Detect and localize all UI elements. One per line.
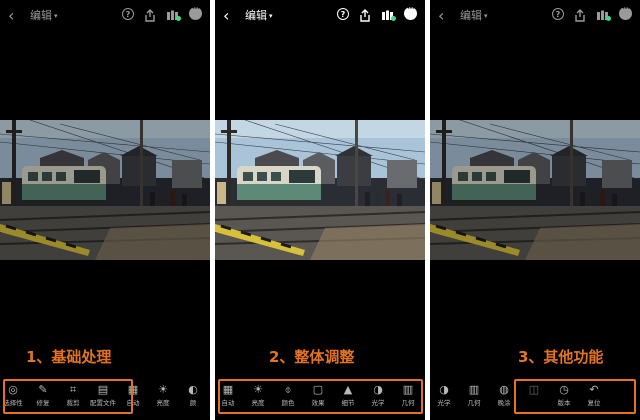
tool-label: 颜	[189, 399, 197, 407]
chevron-left-icon[interactable]: ‹	[438, 6, 444, 26]
step-caption: 1、基础处理	[26, 348, 112, 366]
tool-label: 几何	[467, 399, 481, 407]
share-icon[interactable]	[144, 7, 156, 22]
lens-icon: ◑	[439, 383, 449, 396]
tool-lens[interactable]: ◑ 光学	[430, 378, 460, 408]
page-title: 编辑	[460, 9, 482, 22]
more-icon[interactable]	[619, 4, 632, 20]
sync-status-dot	[606, 16, 611, 21]
page-title: 编辑	[30, 9, 52, 22]
chevron-down-icon: ▾	[54, 12, 58, 20]
highlight-box	[218, 379, 423, 414]
page-title: 编辑	[245, 9, 267, 22]
tool-sun[interactable]: ☀ 亮度	[147, 378, 179, 408]
share-icon[interactable]	[359, 7, 371, 22]
edit-mode-dropdown[interactable]: 编辑 ▾	[30, 8, 58, 24]
sync-status-dot	[176, 16, 181, 21]
help-icon[interactable]: ?	[552, 7, 564, 20]
sync-status-dot	[391, 16, 396, 21]
tool-geometry[interactable]: ▥ 几何	[458, 378, 490, 408]
cloud-sync-icon[interactable]	[596, 7, 611, 21]
share-icon[interactable]	[574, 7, 586, 22]
photo-preview	[215, 120, 425, 260]
more-icon[interactable]	[404, 4, 417, 20]
phone-screen-2: ‹ 编辑 ▾ ? ··· 2、整体调整 ▦ 自动 ☀ 亮度 ⌽ 颜色 ▢ 效果 …	[215, 0, 425, 420]
tool-label: 亮度	[156, 399, 170, 407]
color-icon: ◐	[188, 383, 198, 396]
photo-preview	[0, 120, 210, 260]
phone-screen-1: ‹ 编辑 ▾ ? ··· 1、基础处理 ◎ 选择性 ✎ 修复 ⌗ 裁剪 ▤ 配置…	[0, 0, 210, 420]
chevron-left-icon[interactable]: ‹	[223, 6, 229, 26]
top-bar: ‹ 编辑 ▾ ?	[0, 0, 210, 32]
top-bar: ‹ 编辑 ▾ ?	[430, 0, 640, 32]
phone-screen-3: ‹ 编辑 ▾ ? ··· 3、其他功能 ◑ 光学 ▥ 几何 ◍ 晚涂 ◫ ◷ 版…	[430, 0, 640, 420]
edit-mode-dropdown[interactable]: 编辑 ▾	[460, 8, 488, 24]
tool-color[interactable]: ◐ 颜	[177, 378, 209, 408]
highlight-box	[514, 379, 636, 414]
step-caption: 2、整体调整	[269, 348, 355, 366]
geometry-icon: ▥	[468, 383, 480, 396]
help-icon[interactable]: ?	[122, 7, 134, 20]
edit-mode-dropdown[interactable]: 编辑 ▾	[245, 8, 273, 24]
tool-label: 光学	[437, 399, 451, 407]
sun-icon: ☀	[158, 383, 168, 396]
photo-preview	[430, 120, 640, 260]
chevron-left-icon[interactable]: ‹	[8, 6, 14, 26]
more-icon[interactable]	[189, 4, 202, 20]
chevron-down-icon: ▾	[269, 12, 273, 20]
cloud-sync-icon[interactable]	[166, 7, 181, 21]
chevron-down-icon: ▾	[484, 12, 488, 20]
top-bar: ‹ 编辑 ▾ ?	[215, 0, 425, 32]
highlight-box	[3, 379, 133, 414]
cloud-sync-icon[interactable]	[381, 7, 396, 21]
step-caption: 3、其他功能	[518, 348, 604, 366]
help-icon[interactable]: ?	[337, 7, 349, 20]
